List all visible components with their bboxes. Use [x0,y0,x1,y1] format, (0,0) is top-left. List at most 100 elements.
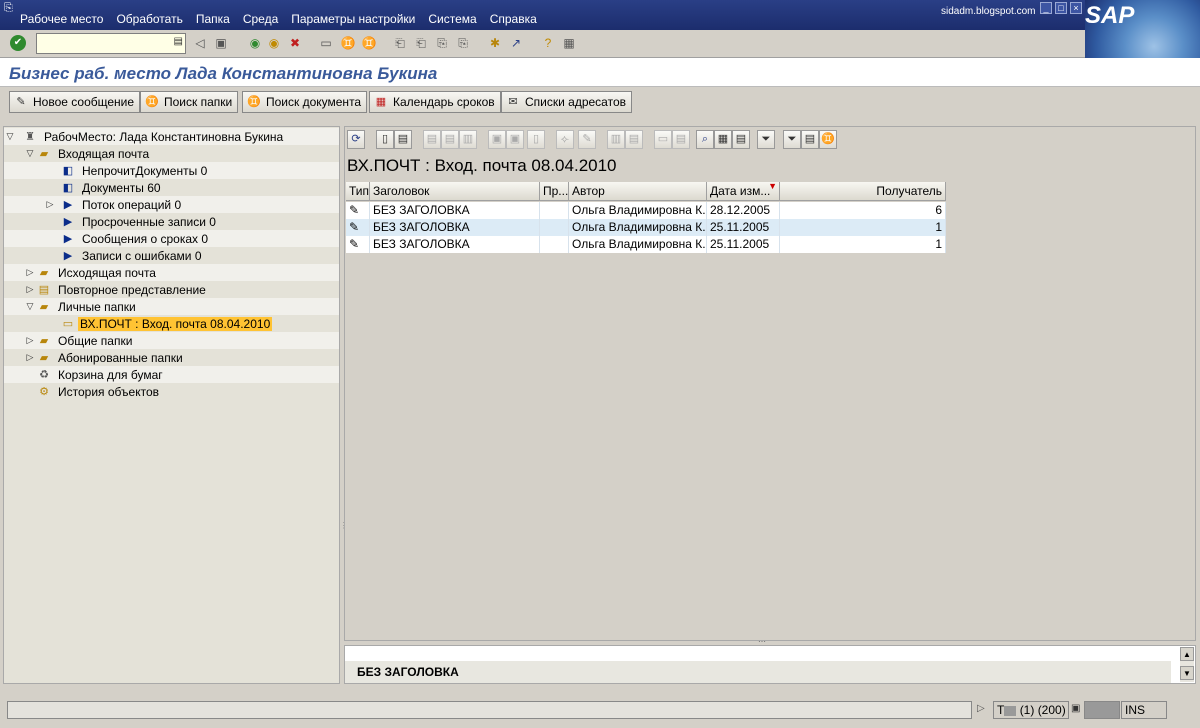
zoom-icon[interactable]: ⌕ [696,130,714,149]
col-header-subject[interactable]: Заголовок [370,182,540,201]
expand-icon[interactable]: ▷ [24,352,36,363]
delete-icon[interactable]: ▯ [527,130,545,149]
deadline-calendar-button[interactable]: ▦ Календарь сроков [369,91,501,113]
new-message-button[interactable]: ✎ Новое сообщение [9,91,141,113]
system-info-field[interactable]: T (1) (200) [993,701,1069,719]
standard-toolbar: ✔ ▤ ◁ ▣ ◉ ◉ ✖ ▭ ♊ ♊ ⎗ ⎗ ⎘ ⎘ ✱ ↗ ? ▦ [0,30,1085,58]
attributes-icon[interactable]: ▤ [625,130,643,149]
print-list-icon[interactable]: ▥ [459,130,477,149]
filter-icon[interactable]: ⏷ [783,130,801,149]
tree-root[interactable]: ▽ ♜ РабочМесто: Лада Константиновна Буки… [4,128,339,145]
filter-select-icon[interactable]: ▤ [801,130,819,149]
collapse-icon[interactable]: ▽ [24,301,36,312]
tree-item-subscribed-folders[interactable]: ▷ ▰ Абонированные папки [4,349,339,366]
tree-item-object-history[interactable]: ⚙ История объектов [4,383,339,400]
tree-item-errors[interactable]: ▶ Записи с ошибками 0 [4,247,339,264]
copy-icon[interactable]: ▣ [488,130,506,149]
masked-system-id [1004,705,1017,716]
save-icon[interactable]: ▣ [213,35,229,51]
details-icon[interactable]: ▤ [672,130,690,149]
col-header-author[interactable]: Автор [569,182,707,201]
expand-icon[interactable]: ▷ [24,335,36,346]
sap-logo-area: SAP [1085,0,1200,58]
shortcut-icon[interactable]: ↗ [508,35,524,51]
first-page-icon[interactable]: ⎗ [392,35,408,51]
tree-item-shared-folders[interactable]: ▷ ▰ Общие папки [4,332,339,349]
expand-icon[interactable]: ▷ [44,199,56,210]
attach-icon[interactable]: ▥ [607,130,625,149]
tree-item-resubmission[interactable]: ▷ ▤ Повторное представление [4,281,339,298]
reply-icon[interactable]: ▤ [423,130,441,149]
menu-system[interactable]: Система [428,12,476,26]
find-list-icon[interactable]: ♊ [819,130,837,149]
enter-check-icon[interactable]: ✔ [10,35,26,51]
tree-item-unread[interactable]: ◧ НепрочитДокументы 0 [4,162,339,179]
scroll-up-icon[interactable]: ▲ [1180,647,1194,661]
collapse-icon[interactable]: ▽ [4,131,16,142]
find-icon[interactable]: ♊ [340,35,356,51]
create-document-icon[interactable]: ▤ [394,130,412,149]
execute-icon[interactable]: ⟣ [556,130,574,149]
table-row[interactable]: ✎ БЕЗ ЗАГОЛОВКА Ольга Владимировна К... … [346,219,946,236]
menu-settings[interactable]: Параметры настройки [291,12,415,26]
col-header-type[interactable]: Тип [346,182,370,201]
exit-icon[interactable]: ◉ [266,35,282,51]
tree-item-personal-folders[interactable]: ▽ ▰ Личные папки [4,298,339,315]
next-page-icon[interactable]: ⎘ [434,35,450,51]
close-icon[interactable]: × [1070,2,1082,14]
move-icon[interactable]: ▣ [506,130,524,149]
menu-workplace[interactable]: Рабочее место [20,12,103,26]
info-icon[interactable]: ▭ [654,130,672,149]
edit-icon[interactable]: ✎ [578,130,596,149]
last-page-icon[interactable]: ⎘ [455,35,471,51]
expand-icon[interactable]: ▷ [24,267,36,278]
tree-item-inbox[interactable]: ▽ ▰ Входящая почта [4,145,339,162]
find-document-button[interactable]: ♊ Поиск документа [242,91,368,113]
expand-icon[interactable]: ▷ [24,284,36,295]
back-icon[interactable]: ◉ [247,35,263,51]
menu-folder[interactable]: Папка [196,12,230,26]
tree-item-documents[interactable]: ◧ Документы 60 [4,179,339,196]
command-field[interactable]: ▤ [36,33,186,54]
print-icon[interactable]: ▭ [318,35,334,51]
insert-mode-field[interactable]: INS [1121,701,1167,719]
collapse-icon[interactable]: ▽ [24,148,36,159]
status-toggle-icon[interactable]: ▷ [977,703,985,714]
layout-icon[interactable]: ▦ [714,130,732,149]
scroll-down-icon[interactable]: ▼ [1180,666,1194,680]
tree-item-outbox[interactable]: ▷ ▰ Исходящая почта [4,264,339,281]
preview-scrollbar[interactable]: ▲ ▼ [1180,647,1194,682]
cancel-icon[interactable]: ✖ [287,35,303,51]
tree-item-trash[interactable]: ♻ Корзина для бумаг [4,366,339,383]
col-header-date[interactable]: Дата изм... ▼ [707,182,780,201]
create-session-icon[interactable]: ✱ [487,35,503,51]
menu-help[interactable]: Справка [490,12,537,26]
help-icon[interactable]: ? [540,35,556,51]
table-row[interactable]: ✎ БЕЗ ЗАГОЛОВКА Ольга Владимировна К... … [346,202,946,219]
tree-item-overdue[interactable]: ▶ Просроченные записи 0 [4,213,339,230]
menu-environment[interactable]: Среда [243,12,278,26]
minimize-icon[interactable]: _ [1040,2,1052,14]
command-history-icon[interactable]: ▤ [174,36,183,47]
col-header-recipients[interactable]: Получатель [780,182,946,201]
tree-item-workflow[interactable]: ▷ ▶ Поток операций 0 [4,196,339,213]
tree-item-deadline-messages[interactable]: ▶ Сообщения о сроках 0 [4,230,339,247]
preview-header [345,661,1171,683]
find-folder-button[interactable]: ♊ Поиск папки [140,91,239,113]
forward-icon[interactable]: ▤ [441,130,459,149]
layout-menu-icon[interactable]: ▦ [561,35,577,51]
distribution-lists-button[interactable]: ✉ Списки адресатов [501,91,632,113]
previous-page-icon[interactable]: ⎗ [413,35,429,51]
menu-edit[interactable]: Обработать [116,12,182,26]
col-header-priority[interactable]: Пр... [540,182,569,201]
layout-select-icon[interactable]: ▤ [732,130,750,149]
display-document-icon[interactable]: ▯ [376,130,394,149]
find-next-icon[interactable]: ♊ [361,35,377,51]
table-row[interactable]: ✎ БЕЗ ЗАГОЛОВКА Ольга Владимировна К... … [346,236,946,253]
binoculars-icon: ♊ [145,96,159,108]
refresh-icon[interactable]: ⟳ [347,130,365,149]
system-menu-icon[interactable]: ⎘ [4,2,16,14]
tree-item-selected-folder[interactable]: ▭ ВХ.ПОЧТ : Вход. почта 08.04.2010 [4,315,339,332]
maximize-icon[interactable]: □ [1055,2,1067,14]
sort-icon[interactable]: ⏷ [757,130,775,149]
